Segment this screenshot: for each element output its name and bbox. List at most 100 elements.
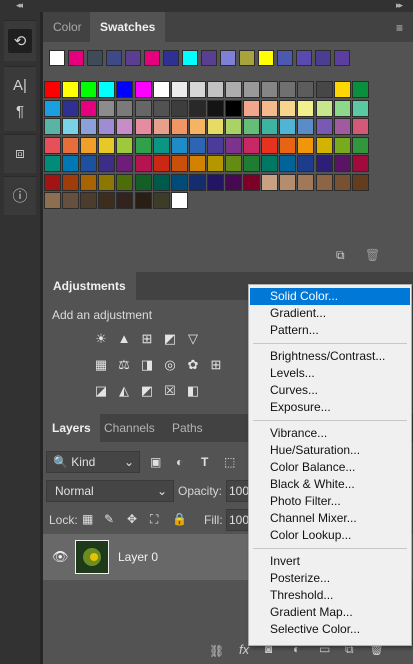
swatch[interactable] xyxy=(188,118,206,135)
gradient-map-icon[interactable]: ◧ xyxy=(184,383,202,399)
menu-item[interactable]: Photo Filter... xyxy=(250,493,410,510)
swatch[interactable] xyxy=(62,155,80,172)
tab-swatches[interactable]: Swatches xyxy=(90,12,166,42)
recent-swatch[interactable] xyxy=(144,50,160,66)
swatch[interactable] xyxy=(261,81,279,98)
swatch[interactable] xyxy=(152,81,170,98)
swatch[interactable] xyxy=(98,136,116,154)
menu-item[interactable]: Posterize... xyxy=(250,570,410,587)
swatch[interactable] xyxy=(351,81,369,98)
swatch[interactable] xyxy=(44,99,61,117)
trash-icon[interactable]: 🗑 xyxy=(365,248,380,262)
history-icon[interactable]: ⟲ xyxy=(8,29,32,53)
swatch[interactable] xyxy=(297,99,315,117)
menu-item[interactable]: Hue/Saturation... xyxy=(250,442,410,459)
swatch[interactable] xyxy=(62,173,80,191)
swatch[interactable] xyxy=(243,81,261,98)
filter-adjustment-icon[interactable]: ◐ xyxy=(176,455,183,469)
swatch[interactable] xyxy=(134,155,152,172)
swatch[interactable] xyxy=(297,136,315,154)
swatch[interactable] xyxy=(80,81,98,98)
opacity-input[interactable]: 100 xyxy=(226,480,250,502)
channel-mixer-icon[interactable]: ✿ xyxy=(184,357,202,373)
swatch[interactable] xyxy=(297,155,315,172)
layer-name[interactable]: Layer 0 xyxy=(118,550,158,564)
menu-item[interactable]: Black & White... xyxy=(250,476,410,493)
tab-layers[interactable]: Layers xyxy=(43,414,100,442)
swatch[interactable] xyxy=(62,136,80,154)
swatch[interactable] xyxy=(315,155,333,172)
menu-item[interactable]: Exposure... xyxy=(250,399,410,416)
recent-swatch[interactable] xyxy=(182,50,198,66)
swatch[interactable] xyxy=(116,136,134,154)
tab-adjustments[interactable]: Adjustments xyxy=(43,272,136,300)
swatch[interactable] xyxy=(261,136,279,154)
menu-item[interactable]: Gradient Map... xyxy=(250,604,410,621)
swatch[interactable] xyxy=(333,81,351,98)
swatch[interactable] xyxy=(170,99,188,117)
collapse-right-icon[interactable]: ▸▸ xyxy=(396,0,403,11)
swatch[interactable] xyxy=(80,136,98,154)
curves-icon[interactable]: ⊞ xyxy=(138,331,156,347)
swatch[interactable] xyxy=(279,136,297,154)
swatch[interactable] xyxy=(206,173,224,191)
swatch[interactable] xyxy=(351,173,369,191)
swatch[interactable] xyxy=(116,192,134,209)
swatch[interactable] xyxy=(243,118,261,135)
swatch[interactable] xyxy=(152,99,170,117)
blend-mode-select[interactable]: Normal ⌄ xyxy=(46,480,174,502)
recent-swatch[interactable] xyxy=(296,50,312,66)
swatch[interactable] xyxy=(80,99,98,117)
swatch[interactable] xyxy=(206,81,224,98)
menu-item[interactable]: Channel Mixer... xyxy=(250,510,410,527)
collapse-left-icon[interactable]: ◂◂ xyxy=(16,0,23,11)
swatch[interactable] xyxy=(152,173,170,191)
swatch[interactable] xyxy=(351,118,369,135)
swatch[interactable] xyxy=(279,173,297,191)
swatch[interactable] xyxy=(62,81,80,98)
selective-color-icon[interactable]: ☒ xyxy=(161,383,179,399)
swatch[interactable] xyxy=(315,136,333,154)
levels-icon[interactable]: ▲ xyxy=(115,331,133,347)
swatch[interactable] xyxy=(225,99,242,117)
swatch[interactable] xyxy=(98,173,116,191)
swatch[interactable] xyxy=(80,118,98,135)
swatch[interactable] xyxy=(333,155,351,172)
recent-swatch[interactable] xyxy=(163,50,179,66)
recent-swatch[interactable] xyxy=(125,50,141,66)
black-white-icon[interactable]: ◨ xyxy=(138,357,156,373)
swatch[interactable] xyxy=(315,173,333,191)
swatch[interactable] xyxy=(279,81,297,98)
swatch[interactable] xyxy=(279,99,297,117)
recent-swatch[interactable] xyxy=(334,50,350,66)
recent-swatch[interactable] xyxy=(49,50,65,66)
swatch[interactable] xyxy=(333,136,351,154)
swatch[interactable] xyxy=(98,118,116,135)
posterize-icon[interactable]: ◭ xyxy=(115,383,133,399)
swatch[interactable] xyxy=(333,173,351,191)
color-lookup-icon[interactable]: ⊞ xyxy=(207,357,225,373)
swatch[interactable] xyxy=(44,118,61,135)
swatch[interactable] xyxy=(225,136,242,154)
lock-brush-icon[interactable]: ✎ xyxy=(104,512,114,526)
filter-pixel-icon[interactable]: ▣ xyxy=(150,455,161,469)
swatch[interactable] xyxy=(333,99,351,117)
recent-swatch[interactable] xyxy=(106,50,122,66)
swatch[interactable] xyxy=(62,99,80,117)
menu-item[interactable]: Selective Color... xyxy=(250,621,410,638)
invert-icon[interactable]: ◪ xyxy=(92,383,110,399)
swatch[interactable] xyxy=(44,192,61,209)
swatch[interactable] xyxy=(134,81,152,98)
menu-item[interactable]: Invert xyxy=(250,553,410,570)
swatch[interactable] xyxy=(116,81,134,98)
swatch[interactable] xyxy=(134,118,152,135)
recent-swatch[interactable] xyxy=(201,50,217,66)
swatch[interactable] xyxy=(152,136,170,154)
swatch[interactable] xyxy=(261,118,279,135)
recent-swatch[interactable] xyxy=(315,50,331,66)
swatch[interactable] xyxy=(333,118,351,135)
swatch[interactable] xyxy=(152,155,170,172)
swatch[interactable] xyxy=(134,136,152,154)
swatch[interactable] xyxy=(243,99,261,117)
recent-swatch[interactable] xyxy=(239,50,255,66)
